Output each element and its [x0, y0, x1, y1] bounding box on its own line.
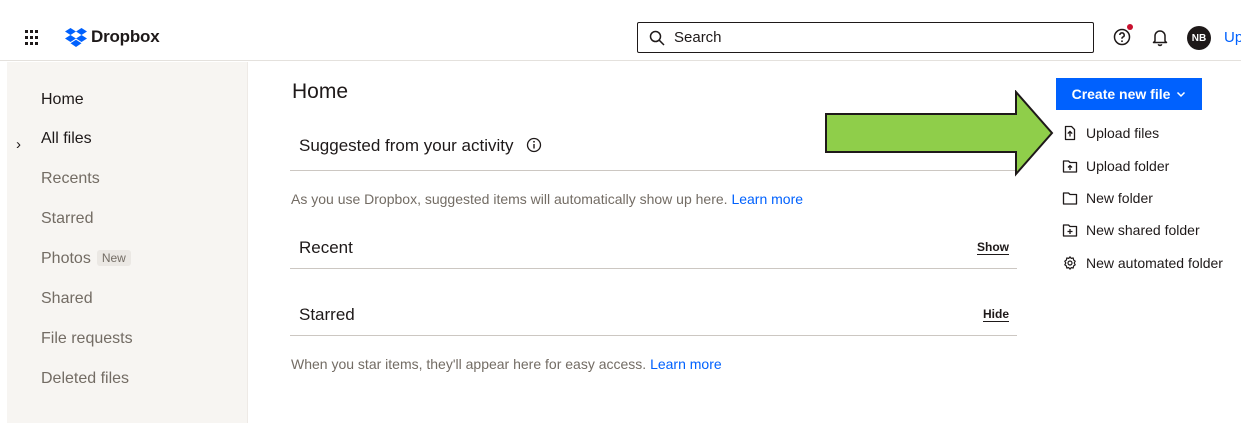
sidebar-item-starred[interactable]: Starred	[41, 210, 93, 228]
page-title: Home	[292, 80, 349, 103]
new-badge: New	[96, 250, 131, 266]
upload-files-action[interactable]: Upload files	[1062, 125, 1159, 141]
search-icon	[649, 30, 665, 46]
create-new-file-label: Create new file	[1071, 86, 1171, 102]
new-shared-folder-action[interactable]: New shared folder	[1062, 222, 1200, 238]
new-folder-action[interactable]: New folder	[1062, 190, 1153, 206]
new-automated-folder-label: New automated folder	[1086, 255, 1223, 271]
sidebar-item-label: Photos	[41, 250, 91, 267]
annotation-arrow	[825, 90, 1054, 177]
folder-icon	[1062, 192, 1078, 205]
avatar[interactable]: NB	[1187, 26, 1211, 50]
notifications-button[interactable]	[1150, 27, 1170, 47]
sidebar-item-file-requests[interactable]: File requests	[41, 330, 133, 348]
help-button[interactable]	[1112, 24, 1133, 47]
upload-files-label: Upload files	[1086, 125, 1160, 141]
sidebar-item-recents[interactable]: Recents	[41, 170, 100, 188]
recent-title: Recent	[299, 238, 353, 257]
suggested-title: Suggested from your activity	[299, 136, 542, 156]
learn-more-link[interactable]: Learn more	[650, 356, 722, 372]
chevron-down-icon	[1177, 91, 1186, 98]
recent-section-header: Recent Show	[290, 224, 1017, 269]
bell-icon	[1152, 30, 1168, 47]
learn-more-link[interactable]: Learn more	[731, 191, 803, 207]
top-strip	[0, 0, 1241, 14]
sidebar-item-home[interactable]: Home	[41, 91, 84, 109]
sidebar-item-shared[interactable]: Shared	[41, 290, 93, 308]
starred-hint: When you star items, they'll appear here…	[291, 356, 722, 372]
upload-folder-action[interactable]: Upload folder	[1062, 158, 1169, 174]
suggested-hint: As you use Dropbox, suggested items will…	[291, 191, 803, 207]
starred-hide-button[interactable]: Hide	[982, 307, 1009, 322]
sidebar: Home › All files Recents Starred Photos N…	[7, 62, 248, 423]
suggested-title-text: Suggested from your activity	[299, 136, 514, 155]
automated-folder-icon	[1064, 256, 1076, 270]
search-input[interactable]	[674, 29, 1074, 46]
logo-text: Dropbox	[91, 27, 160, 46]
recent-show-button[interactable]: Show	[977, 240, 1009, 255]
upgrade-link[interactable]: Up	[1224, 29, 1241, 46]
dropbox-icon	[65, 27, 87, 47]
new-folder-label: New folder	[1086, 190, 1153, 206]
help-icon	[1113, 28, 1131, 46]
shared-folder-icon	[1062, 224, 1078, 237]
sidebar-item-photos[interactable]: Photos New	[41, 250, 131, 268]
starred-title: Starred	[299, 305, 355, 324]
sidebar-item-deleted-files[interactable]: Deleted files	[41, 370, 129, 388]
sidebar-item-all-files[interactable]: All files	[41, 130, 92, 148]
upload-folder-icon	[1062, 160, 1078, 173]
create-new-file-button[interactable]: Create new file	[1056, 78, 1202, 110]
new-shared-folder-label: New shared folder	[1086, 222, 1200, 238]
app-grid-icon[interactable]	[25, 30, 41, 46]
top-bar: Dropbox NB Up	[0, 14, 1241, 61]
notification-dot	[1127, 24, 1133, 30]
dropbox-logo[interactable]: Dropbox	[65, 24, 160, 50]
new-automated-folder-action[interactable]: New automated folder	[1062, 255, 1223, 271]
starred-section-header: Starred Hide	[290, 292, 1017, 336]
info-icon[interactable]	[526, 137, 542, 153]
search-box[interactable]	[637, 22, 1094, 53]
suggested-hint-text: As you use Dropbox, suggested items will…	[291, 191, 728, 207]
upload-file-icon	[1064, 125, 1076, 141]
upload-folder-label: Upload folder	[1086, 158, 1170, 174]
starred-hint-text: When you star items, they'll appear here…	[291, 356, 647, 372]
chevron-right-icon[interactable]: ›	[16, 136, 21, 153]
